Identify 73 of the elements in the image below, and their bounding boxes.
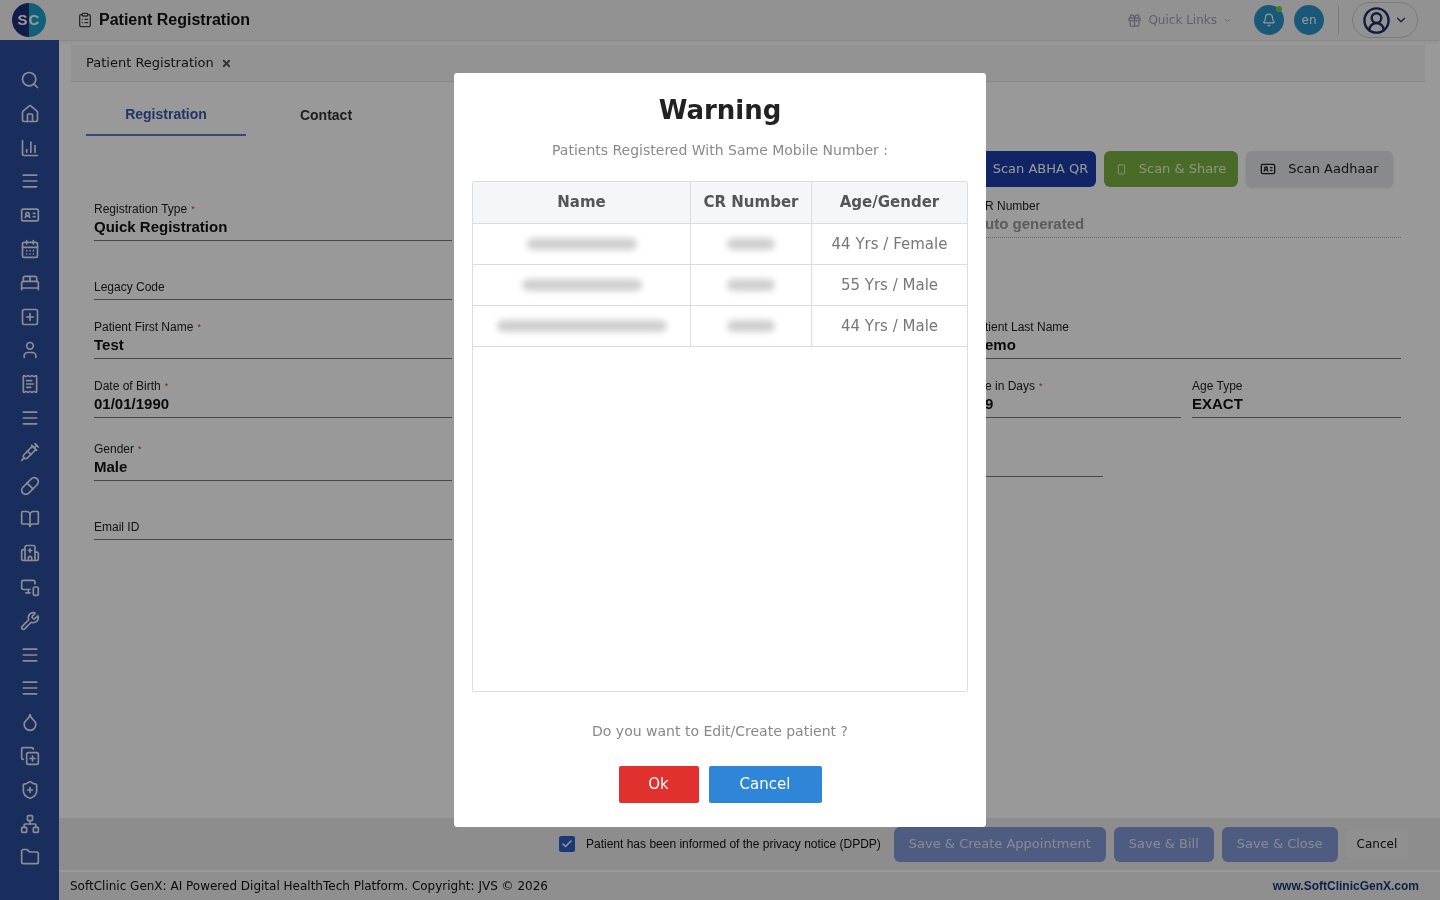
field-value: Quick Registration bbox=[94, 217, 229, 236]
avatar-icon bbox=[1362, 5, 1391, 35]
field-label: R Number bbox=[985, 199, 1041, 214]
folder-icon[interactable] bbox=[19, 847, 40, 868]
field-label: e in Days * bbox=[985, 379, 1044, 394]
field-label: tient Last Name bbox=[985, 320, 1071, 335]
bell-icon bbox=[1262, 13, 1276, 27]
pill-icon[interactable] bbox=[19, 475, 40, 496]
scan-button[interactable]: Scan Aadhaar bbox=[1246, 151, 1393, 187]
field-label: Legacy Code bbox=[94, 280, 166, 295]
logo: SC bbox=[12, 3, 46, 37]
form-field[interactable]: Email ID bbox=[94, 481, 452, 540]
field-value: emo bbox=[985, 335, 1017, 354]
notification-button[interactable] bbox=[1254, 5, 1284, 35]
form-field[interactable]: Age Type EXACT bbox=[1192, 359, 1401, 418]
field-label: Email ID bbox=[94, 520, 141, 535]
table-cell-text: 44 Yrs / Male bbox=[840, 315, 939, 337]
column-header: Age/Gender bbox=[838, 192, 941, 214]
field-value: 9 bbox=[985, 394, 995, 413]
field-value: 01/01/1990 bbox=[94, 394, 171, 413]
dialog-button[interactable]: Cancel bbox=[708, 766, 822, 803]
field-label: Age Type bbox=[1192, 379, 1244, 394]
field-placeholder: uto generated bbox=[985, 214, 1086, 233]
privacy-label: Patient has been informed of the privacy notice (DPDP) bbox=[586, 836, 881, 853]
check-icon bbox=[561, 838, 573, 850]
clipboard-icon bbox=[77, 12, 93, 28]
scan-button[interactable]: Scan ABHA QR bbox=[985, 151, 1096, 187]
field-value: EXACT bbox=[1192, 394, 1244, 413]
id-card-icon bbox=[1260, 161, 1277, 177]
dialog-button[interactable]: Ok bbox=[618, 766, 699, 803]
copy-plus-icon[interactable] bbox=[19, 745, 40, 766]
blurred-text bbox=[727, 279, 775, 291]
page-title: Patient Registration bbox=[99, 10, 251, 30]
gift-icon bbox=[1127, 12, 1143, 28]
column-header: CR Number bbox=[691, 182, 812, 223]
table-cell-text: 44 Yrs / Female bbox=[831, 233, 948, 255]
table-cell-text: 55 Yrs / Male bbox=[840, 274, 939, 296]
form-tab[interactable]: Contact bbox=[246, 95, 406, 136]
search-icon[interactable] bbox=[19, 70, 40, 90]
blurred-text bbox=[727, 320, 775, 332]
close-icon[interactable] bbox=[220, 57, 232, 69]
phone-icon bbox=[1115, 163, 1127, 175]
field-value: Test bbox=[94, 335, 125, 354]
field-label: Registration Type * bbox=[94, 202, 196, 217]
privacy-checkbox[interactable] bbox=[559, 836, 575, 852]
column-header: Name bbox=[473, 182, 691, 223]
wrench-icon[interactable] bbox=[19, 610, 40, 631]
field-label: Gender * bbox=[94, 442, 143, 457]
copyright-text: SoftClinic GenX: AI Powered Digital HealthTech Platform. Copyright: JVS © 2026 bbox=[70, 878, 548, 895]
home-icon[interactable] bbox=[19, 103, 40, 124]
bar-chart-icon[interactable] bbox=[19, 137, 40, 158]
field-label: Patient First Name * bbox=[94, 320, 202, 335]
breadcrumb-tab[interactable]: Patient Registration bbox=[86, 53, 232, 73]
form-field[interactable]: Registration Type * Quick Registration bbox=[94, 182, 452, 241]
network-icon[interactable] bbox=[19, 813, 40, 834]
book-icon[interactable] bbox=[19, 509, 40, 530]
form-tab[interactable]: Registration bbox=[86, 95, 246, 136]
syringe-icon[interactable] bbox=[19, 441, 40, 462]
form-field[interactable]: Date of Birth * 01/01/1990 bbox=[94, 359, 452, 418]
form-field[interactable]: Gender * Male bbox=[94, 418, 452, 481]
form-field[interactable]: Patient First Name * Test bbox=[94, 300, 452, 359]
calendar-icon[interactable] bbox=[19, 239, 40, 259]
receipt-icon[interactable] bbox=[19, 374, 40, 395]
dialog-question: Do you want to Edit/Create patient ? bbox=[592, 722, 848, 741]
form-field[interactable]: Legacy Code bbox=[94, 241, 452, 300]
blurred-text bbox=[727, 238, 775, 250]
hospital-icon[interactable] bbox=[19, 543, 40, 564]
website-link[interactable]: www.SoftClinicGenX.com bbox=[1272, 877, 1419, 895]
medical-plus-icon[interactable] bbox=[19, 306, 40, 327]
dialog-title: Warning bbox=[658, 94, 782, 127]
field-value: Male bbox=[94, 457, 129, 476]
dialog-subtitle: Patients Registered With Same Mobile Number : bbox=[552, 141, 888, 160]
field-label: Date of Birth * bbox=[94, 379, 170, 394]
